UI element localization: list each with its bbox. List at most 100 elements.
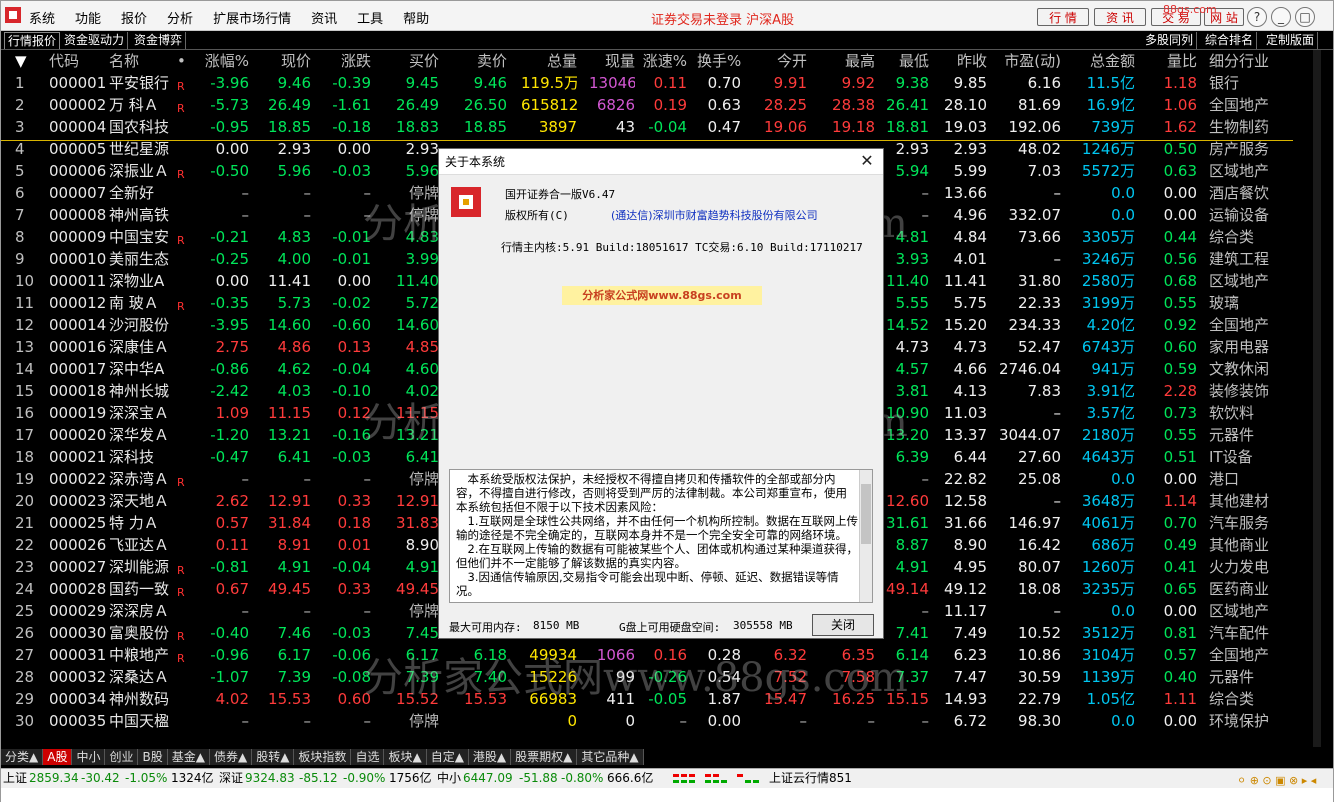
zx-index-pct: -0.80% [561,771,604,785]
column-header-12[interactable]: 今开 [757,50,807,72]
sz-index-value[interactable]: 9324.83 [245,769,295,788]
table-row[interactable]: 30 000035 中国天楹 – – – 停牌 0 0–0.00– – –6.72 98.30 0.0 0… [1,710,1311,732]
menu-analysis[interactable]: 分析 [167,8,193,27]
tab-custom-layout[interactable]: 定制版面 [1263,32,1319,49]
column-header-8[interactable]: 总量 [521,50,577,72]
tab-fund-game[interactable]: 资金博弈 [131,32,187,49]
cell-low: 6.39 [895,448,929,466]
column-header-16[interactable]: 市盈(动) [991,50,1061,72]
cell-low: 4.91 [895,558,929,576]
column-header-7[interactable]: 卖价 [459,50,507,72]
market-tab[interactable]: 板块▲ [384,749,427,765]
menu-quote[interactable]: 报价 [121,8,147,27]
menu-news[interactable]: 资讯 [311,8,337,27]
sh-label: 上证 [3,771,28,785]
column-header-14[interactable]: 最低 [879,50,929,72]
column-header-0[interactable]: 代码 [49,50,107,72]
column-header-6[interactable]: 买价 [391,50,439,72]
cell-chg-pct: -0.86 [210,360,249,378]
cell-bid: 31.83 [396,514,439,532]
cell-industry: 全国地产 [1209,96,1270,114]
cell-amount: 739万 [1091,118,1135,136]
news-button[interactable]: 资 讯 [1094,8,1146,26]
cell-industry: 房产服务 [1209,140,1270,158]
market-tab[interactable]: A股 [43,749,73,765]
market-tab[interactable]: 自选 [351,749,385,765]
column-header-11[interactable]: 换手% [697,50,741,72]
menu-help[interactable]: 帮助 [403,8,429,27]
cell-low: – [921,206,930,224]
market-tab[interactable]: 自定▲ [426,749,469,765]
market-tab[interactable]: 股票期权▲ [511,749,578,765]
market-tab[interactable]: 创业 [105,749,139,765]
sh-index-value[interactable]: 2859.34 [29,769,79,788]
cloud-server-status[interactable]: 上证云行情851 [769,769,852,788]
market-tab[interactable]: 其它品种▲ [577,749,644,765]
menu-extended-market[interactable]: 扩展市场行情 [213,8,291,27]
vertical-scrollbar[interactable] [1313,50,1321,747]
tab-ranking[interactable]: 综合排名 [1202,32,1258,49]
cell-prev: 28.10 [944,96,987,114]
table-row[interactable]: 2 000002 万 科Ａ R -5.73 26.49 -1.61 26.49 26.50 615… [1,94,1311,116]
tab-multi-stock[interactable]: 多股同列 [1142,32,1198,49]
cell-turnover: 0.28 [707,646,741,664]
scroll-thumb[interactable] [861,484,871,544]
column-header-4[interactable]: 现价 [261,50,311,72]
close-icon[interactable]: ✕ [859,153,875,169]
column-header-3[interactable]: 涨幅% [199,50,249,72]
cell-turnover: 1.87 [707,690,741,708]
close-button[interactable]: 关闭 [812,614,874,636]
cell-name: 深深宝Ａ [109,404,170,422]
quote-button[interactable]: 行 情 [1037,8,1089,26]
license-text-box[interactable]: 本系统受版权法保护，未经授权不得擅自拷贝和传播软件的全部或部分内容，不得擅自进行… [449,469,873,603]
column-header-2[interactable]: • [177,50,189,72]
zx-index-value[interactable]: 6447.09 [463,769,513,788]
minimize-icon[interactable]: _ [1271,7,1291,27]
text-scrollbar[interactable] [859,470,872,602]
market-tab[interactable]: 债券▲ [209,749,253,765]
market-tab[interactable]: B股 [138,749,168,765]
cell-amount: 0.0 [1111,184,1135,202]
column-header-19[interactable]: 细分行业 [1209,50,1309,72]
column-header-9[interactable]: 现量 [589,50,635,72]
cell-price: 49.45 [268,580,311,598]
cell-code: 000026 [49,536,107,554]
tab-quote-list[interactable]: 行情报价 [4,32,61,49]
cell-cur-vol: 99 [615,668,635,686]
market-tab[interactable]: 港股▲ [468,749,512,765]
cell-speed: -0.26 [648,668,687,686]
cell-low: 5.55 [895,294,929,312]
column-header-13[interactable]: 最高 [821,50,875,72]
cell-price: 8.91 [277,536,311,554]
cell-vol-ratio: 0.44 [1163,228,1197,246]
table-row[interactable]: 27 000031 中粮地产 R -0.96 6.17 -0.06 6.17 6.18 49934… [1,644,1311,666]
menu-system[interactable]: 系统 [29,8,55,27]
market-tab[interactable]: 基金▲ [167,749,210,765]
cell-low: 4.73 [895,338,929,356]
market-tab[interactable]: 股转▲ [252,749,295,765]
cell-low: 3.81 [895,382,929,400]
column-header-18[interactable]: 量比 [1151,50,1197,72]
column-header-17[interactable]: 总金额 [1071,50,1135,72]
column-header-1[interactable]: 名称 [109,50,175,72]
table-row[interactable]: 29 000034 神州数码 4.02 15.53 0.60 15.52 15.53 66983… [1,688,1311,710]
table-row[interactable]: 3 000004 国农科技 -0.95 18.85 -0.18 18.83 18.85 3897… [1,116,1311,138]
menu-function[interactable]: 功能 [75,8,101,27]
market-tab[interactable]: 中小 [72,749,106,765]
menu-tools[interactable]: 工具 [357,8,383,27]
column-header-10[interactable]: 涨速% [639,50,687,72]
table-row[interactable]: 1 000001 平安银行 R -3.96 9.46 -0.39 9.45 9.46 119.5万… [1,72,1311,94]
sort-arrow-icon[interactable]: ▼ [15,50,27,72]
market-tab[interactable]: 板块指数 [294,749,352,765]
market-tab[interactable]: 分类▲ [1,749,44,765]
column-header-15[interactable]: 昨收 [941,50,987,72]
cell-price: 11.15 [268,404,311,422]
cell-chg: 0.13 [337,338,371,356]
cell-amount: 1.05亿 [1086,690,1135,708]
cell-vol: 66983 [529,690,577,708]
table-row[interactable]: 28 000032 深桑达Ａ -1.07 7.39 -0.08 7.39 7.40 15226 9… [1,666,1311,688]
help-icon[interactable]: ? [1247,7,1267,27]
tab-fund-drive[interactable]: 资金驱动力 [61,32,129,49]
column-header-5[interactable]: 涨跌 [321,50,371,72]
maximize-icon[interactable]: □ [1295,7,1315,27]
